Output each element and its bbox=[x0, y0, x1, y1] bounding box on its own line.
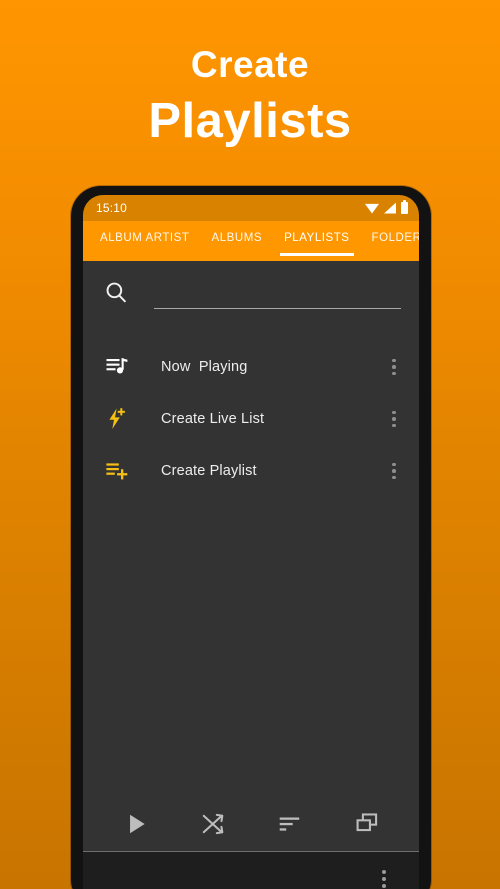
playlist-list: Now Playing Create Live List Create Play… bbox=[83, 323, 419, 796]
tab-album-artist[interactable]: ALBUM ARTIST bbox=[89, 232, 200, 244]
tab-bar[interactable]: ALBUM ARTIST ALBUMS PLAYLISTS FOLDERS GE… bbox=[83, 221, 419, 261]
more-vert-icon[interactable] bbox=[383, 458, 405, 484]
list-item-label: Now Playing bbox=[161, 359, 248, 375]
multi-window-icon[interactable] bbox=[352, 809, 382, 839]
battery-icon bbox=[401, 200, 408, 214]
more-vert-icon[interactable] bbox=[383, 406, 405, 432]
bottom-nav-strip bbox=[83, 852, 419, 889]
status-bar-clock: 15:10 bbox=[96, 201, 128, 215]
wifi-icon bbox=[365, 203, 379, 214]
playlist-add-icon bbox=[103, 457, 131, 485]
bolt-plus-icon bbox=[103, 405, 131, 433]
more-vert-icon[interactable] bbox=[373, 866, 395, 889]
list-item-create-playlist[interactable]: Create Playlist bbox=[83, 445, 419, 497]
promo-heading-secondary: Playlists bbox=[148, 94, 352, 148]
search-icon[interactable] bbox=[103, 279, 129, 305]
queue-music-icon bbox=[103, 353, 131, 381]
phone-frame: 15:10 ALBUM ARTIST ALBUMS PLAYLISTS FOLD… bbox=[71, 186, 431, 889]
list-item-label: Create Live List bbox=[161, 411, 265, 427]
shuffle-icon[interactable] bbox=[198, 809, 228, 839]
list-item-now-playing[interactable]: Now Playing bbox=[83, 341, 419, 393]
play-icon[interactable] bbox=[121, 809, 151, 839]
list-item-label: Create Playlist bbox=[161, 463, 257, 479]
search-bar bbox=[83, 261, 419, 323]
search-input[interactable] bbox=[154, 287, 401, 309]
signal-icon bbox=[384, 202, 396, 214]
more-vert-icon[interactable] bbox=[383, 354, 405, 380]
tab-playlists[interactable]: PLAYLISTS bbox=[273, 232, 360, 256]
phone-screen: 15:10 ALBUM ARTIST ALBUMS PLAYLISTS FOLD… bbox=[83, 195, 419, 889]
sort-icon[interactable] bbox=[275, 809, 305, 839]
tab-albums[interactable]: ALBUMS bbox=[200, 232, 273, 244]
status-bar-icons bbox=[365, 200, 408, 214]
status-bar: 15:10 bbox=[83, 195, 419, 221]
tab-folders[interactable]: FOLDERS bbox=[361, 232, 419, 244]
player-control-bar bbox=[83, 796, 419, 852]
list-item-create-live-list[interactable]: Create Live List bbox=[83, 393, 419, 445]
promo-heading-primary: Create bbox=[190, 44, 310, 85]
promo-heading-block: Create Playlists bbox=[0, 0, 500, 150]
